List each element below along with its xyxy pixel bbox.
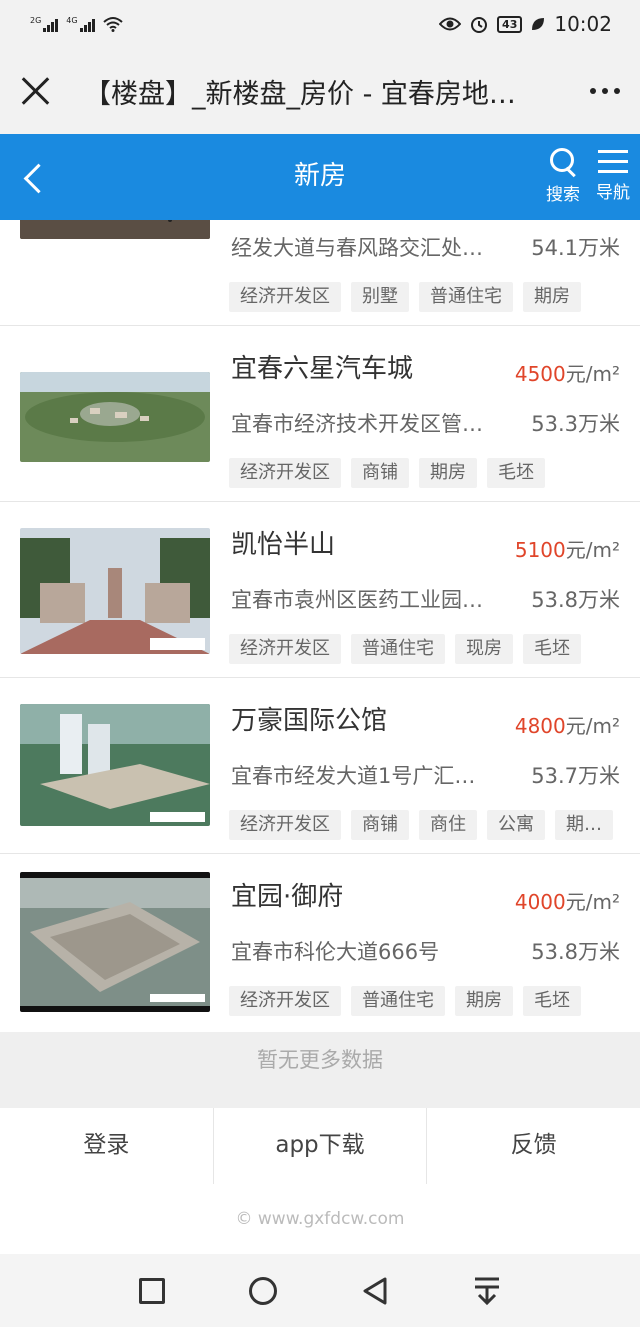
leaf-icon (532, 18, 545, 30)
price-value: 4500 (514, 362, 566, 386)
property-list: 经发大道与春风路交汇处… 54.1万米 经济开发区 别墅 普通住宅 期房 宜春六… (0, 220, 640, 1032)
property-photo (20, 872, 210, 1012)
home-icon[interactable] (249, 1277, 277, 1305)
login-link[interactable]: 登录 (0, 1108, 214, 1184)
more-options-icon[interactable] (590, 88, 620, 94)
page-title: 【楼盘】_新楼盘_房价 - 宜春房地… (84, 78, 516, 110)
navigation-label: 导航 (596, 183, 630, 203)
property-photo (20, 220, 210, 239)
property-name: 宜园·御府 (231, 882, 344, 912)
wifi-icon (102, 17, 123, 32)
alarm-icon (471, 17, 488, 33)
property-tags: 经济开发区 普通住宅 现房 毛坯 (229, 634, 581, 664)
property-tag: 普通住宅 (351, 634, 445, 664)
property-tag: 经济开发区 (229, 634, 341, 664)
property-name: 宜春六星汽车城 (231, 354, 414, 384)
no-more-data: 暂无更多数据 (0, 1032, 640, 1108)
clock-time: 10:02 (554, 12, 612, 36)
property-item[interactable]: 经发大道与春风路交汇处… 54.1万米 经济开发区 别墅 普通住宅 期房 (0, 220, 640, 326)
price-value: 5100 (514, 538, 566, 562)
search-label: 搜索 (546, 185, 580, 205)
property-tag: 普通住宅 (351, 986, 445, 1016)
status-bar: 2G 4G 43 10:02 (0, 0, 640, 48)
price-unit: 元/m² (565, 714, 620, 738)
search-icon (548, 148, 578, 178)
property-tag: 经济开发区 (229, 458, 341, 488)
property-item[interactable]: 凯怡半山 5100元/m² 宜春市袁州区医药工业园… 53.8万米 经济开发区 … (0, 502, 640, 678)
property-tag: 毛坯 (523, 986, 581, 1016)
status-left: 2G 4G (30, 16, 123, 32)
signal-icon-2: 4G (66, 16, 95, 32)
site-header: 新房 搜索 导航 (0, 134, 640, 220)
price-value: 4000 (514, 890, 566, 914)
property-tag: 经济开发区 (229, 986, 341, 1016)
back-icon[interactable] (361, 1276, 389, 1306)
property-price: 4800元/m² (515, 710, 620, 739)
property-address: 宜春市经发大道1号广汇… (231, 764, 476, 788)
signal-icon: 2G (30, 16, 59, 32)
property-area: 53.7万米 (531, 764, 620, 788)
property-item[interactable]: 宜园·御府 4000元/m² 宜春市科伦大道666号 53.8万米 经济开发区 … (0, 854, 640, 1030)
property-tag: 毛坯 (523, 634, 581, 664)
property-address: 宜春市袁州区医药工业园… (231, 588, 483, 612)
notification-drawer-icon[interactable] (474, 1276, 500, 1306)
eye-icon (439, 17, 462, 31)
property-area: 53.8万米 (531, 940, 620, 964)
status-right: 43 10:02 (439, 12, 612, 36)
property-price: 4000元/m² (515, 886, 620, 915)
property-tag: 现房 (455, 634, 513, 664)
property-address: 经发大道与春风路交汇处… (231, 236, 483, 260)
network-type-2: 4G (66, 16, 78, 25)
property-address: 宜春市科伦大道666号 (231, 940, 440, 964)
battery-icon: 43 (497, 15, 523, 33)
price-unit: 元/m² (565, 538, 620, 562)
property-tag: 商铺 (351, 458, 409, 488)
property-tag: 商铺 (351, 810, 409, 840)
property-tag: 期房 (455, 986, 513, 1016)
property-name: 万豪国际公馆 (231, 706, 388, 736)
property-name: 凯怡半山 (231, 530, 336, 560)
search-button[interactable]: 搜索 (540, 148, 586, 205)
network-type-1: 2G (30, 16, 42, 25)
property-price: 5100元/m² (515, 534, 620, 563)
property-tag: 普通住宅 (419, 282, 513, 312)
property-tag: 期房 (523, 282, 581, 312)
app-download-link[interactable]: app下载 (214, 1108, 428, 1184)
property-area: 54.1万米 (531, 236, 620, 260)
property-area: 53.8万米 (531, 588, 620, 612)
navigation-button[interactable]: 导航 (590, 148, 636, 203)
property-tags: 经济开发区 别墅 普通住宅 期房 (229, 282, 581, 312)
price-unit: 元/m² (565, 890, 620, 914)
property-photo (20, 704, 210, 826)
property-tag: 期… (555, 810, 613, 840)
property-tag: 经济开发区 (229, 282, 341, 312)
property-tag: 公寓 (487, 810, 545, 840)
copyright: © www.gxfdcw.com (0, 1184, 640, 1254)
system-nav-bar (0, 1254, 640, 1327)
price-unit: 元/m² (565, 362, 620, 386)
property-tags: 经济开发区 商铺 期房 毛坯 (229, 458, 545, 488)
close-icon[interactable] (20, 76, 50, 106)
browser-title-bar: 【楼盘】_新楼盘_房价 - 宜春房地… (0, 48, 640, 134)
menu-icon (598, 148, 628, 176)
property-photo (20, 528, 210, 654)
recent-apps-icon[interactable] (139, 1278, 165, 1304)
property-photo (20, 372, 210, 462)
property-tags: 经济开发区 商铺 商住 公寓 期… (229, 810, 613, 840)
property-tag: 期房 (419, 458, 477, 488)
property-item[interactable]: 宜春六星汽车城 4500元/m² 宜春市经济技术开发区管… 53.3万米 经济开… (0, 326, 640, 502)
price-value: 4800 (514, 714, 566, 738)
property-item[interactable]: 万豪国际公馆 4800元/m² 宜春市经发大道1号广汇… 53.7万米 经济开发… (0, 678, 640, 854)
footer-links: 登录 app下载 反馈 (0, 1108, 640, 1184)
property-tag: 商住 (419, 810, 477, 840)
property-tag: 别墅 (351, 282, 409, 312)
property-tags: 经济开发区 普通住宅 期房 毛坯 (229, 986, 581, 1016)
property-tag: 毛坯 (487, 458, 545, 488)
property-address: 宜春市经济技术开发区管… (231, 412, 483, 436)
feedback-link[interactable]: 反馈 (427, 1108, 640, 1184)
property-price: 4500元/m² (515, 358, 620, 387)
property-tag: 经济开发区 (229, 810, 341, 840)
property-area: 53.3万米 (531, 412, 620, 436)
